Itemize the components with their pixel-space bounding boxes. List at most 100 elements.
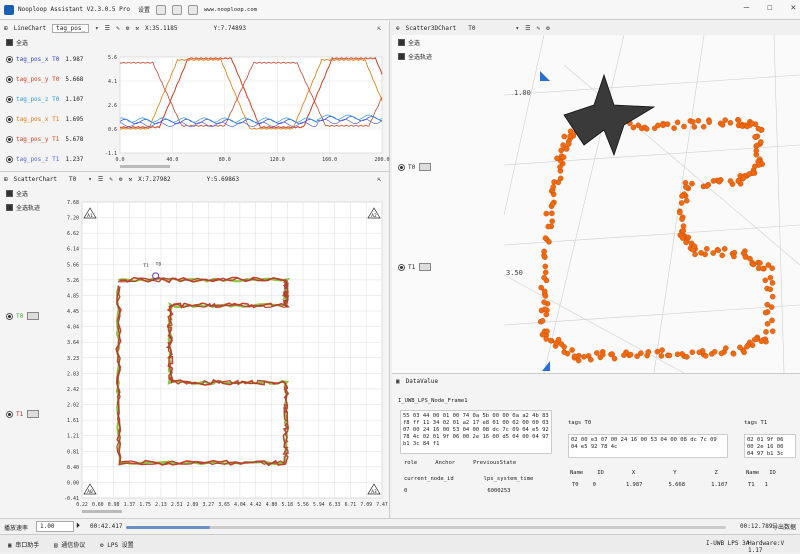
screen-icon[interactable] [188,4,198,15]
website-link[interactable]: www.nooploop.com [204,7,257,13]
track-point [689,180,695,187]
tag0-label: tags T0 [568,420,592,426]
export-icon[interactable]: ⇱ [377,25,381,32]
tag-settings-icon[interactable] [419,263,432,271]
brush-icon[interactable]: ⚒ [135,25,139,32]
frame-hex: 55 03 44 00 01 00 74 0a 5b 00 00 0a a2 4… [400,410,552,454]
legend-item[interactable]: tag_pos_x T0 1.987 [0,49,100,69]
legend-item[interactable]: tag_pos_z T0 1.107 [0,89,100,109]
track-point [555,336,562,343]
pointer-icon[interactable]: ✎ [536,25,540,32]
tag-settings-icon[interactable] [27,312,40,320]
gear-icon[interactable]: ⚙ [126,25,130,32]
track-point [674,119,681,126]
x-tick-label: 4.42 [250,502,262,508]
anchor-label: A3 [371,489,377,495]
chevron-down-icon[interactable]: ▾ [515,25,519,32]
track-point [567,133,573,139]
track-point [545,223,552,230]
chevron-down-icon[interactable]: ▾ [95,25,99,32]
scatterchart-panel: ⊞ ScatterChart T0 ▾ ☰ ✎ ⚙ ⚒ X:7.27982 Y:… [0,171,390,518]
checkbox-icon [6,203,13,211]
track-point [763,329,769,335]
track-point [541,306,548,313]
legend-item[interactable]: tag_pos_z T1 1.237 [0,149,100,169]
y-tick-label: -0.41 [64,496,79,502]
settings-menu[interactable]: 设置 [138,5,150,14]
legend-item[interactable]: tag_pos_y T1 5.678 [0,129,100,149]
play-icon[interactable]: ⏵ [76,521,80,531]
gear-icon[interactable]: ⚙ [546,25,550,32]
gear-icon[interactable]: ⚙ [119,176,123,183]
scatter3d-icon: ⊕ [396,24,400,32]
legend-series-name: tag_pos_y T0 [16,75,60,83]
list-icon[interactable]: ☰ [98,176,103,183]
track-point [680,227,687,234]
track-point [659,347,665,353]
track-point [679,351,685,357]
scatter3d-tag-t1[interactable]: T1 [398,263,432,271]
scatterchart-tag-select[interactable]: T0 [63,176,82,183]
radio-icon [6,115,13,123]
track-point [683,197,690,204]
x-tick-label: 0.98 [108,502,120,508]
refresh-icon[interactable] [156,4,166,15]
close-icon[interactable]: ✕ [791,3,796,13]
scatter3d-tag-t0[interactable]: T0 [398,163,432,171]
legend-series-name: tag_pos_z T1 [16,155,60,163]
legend-item[interactable]: tag_pos_x T1 1.695 [0,109,100,129]
pointer-icon[interactable]: ✎ [116,25,120,32]
y-tick-label: 2.6 [108,103,117,109]
tag0-hex: 02 00 e3 07 00 24 16 00 53 04 00 08 dc 7… [568,434,728,458]
x-tick-label: 7.09 [360,502,372,508]
scatter-tag-t0[interactable]: T0 [6,312,40,320]
scatter3d-tag-select[interactable]: T0 [462,25,481,32]
speed-select[interactable]: 1.00 [36,521,74,532]
track-point [634,353,640,360]
chevron-down-icon[interactable]: ▾ [88,176,92,183]
y-tick-label: 5.26 [67,278,79,284]
pointer-icon[interactable]: ✎ [109,176,113,183]
serial-assistant-button[interactable]: ▣ 串口助手 [8,540,39,549]
scatter-tag-t1[interactable]: T1 [6,410,40,418]
role-header: role Anchor PreviousState [404,460,517,466]
lps-settings-button[interactable]: ⚙ LPS 设置 [100,540,134,549]
brush-icon[interactable]: ⚒ [128,176,132,183]
scatter3d-select-all[interactable]: 全选 [392,35,502,49]
track-point [735,117,742,124]
list-icon[interactable]: ☰ [105,25,110,32]
protocol-button[interactable]: ▤ 通信协议 [54,540,85,549]
linechart-plot[interactable]: 5.64.12.60.6-1.10.0 40.0 80.0 120.0 160.0 200… [100,51,390,171]
scrollbar [120,165,170,168]
track-point [541,299,547,305]
track-point [643,126,650,132]
linechart-select-all[interactable]: 全选 [0,35,389,49]
linechart-header: ⊞ LineChart tag_pos_ ▾ ☰ ✎ ⚙ ⚒ X:35.1185… [0,21,389,35]
scatterchart-plot[interactable]: 7.68 7.20 6.62 6.14 5.66 5.26 4.85 4.45 4.04 3.64… [52,192,390,519]
scatter3d-select-all-track[interactable]: 全选轨迹 [392,49,502,63]
playback-end-time: 00:12.789 [740,523,773,530]
scatterchart-icon: ⊞ [4,175,8,183]
track-point [542,235,549,241]
linechart-tag-select[interactable]: tag_pos_ [52,23,90,33]
record-icon[interactable] [172,4,182,15]
export-icon[interactable]: ⇱ [377,176,381,183]
export-data-button[interactable]: 导出数据 [772,522,796,531]
maximize-icon[interactable]: ☐ [767,3,772,13]
playback-slider[interactable] [126,526,726,529]
track-point [719,122,726,128]
tag-settings-icon[interactable] [419,163,432,171]
scatter3d-view[interactable]: 1.00 3.50 [504,35,800,373]
minimize-icon[interactable]: — [744,3,749,13]
track-point [683,239,689,246]
x-tick-label: 1.37 [124,502,136,508]
tag-label: T1 [143,263,149,269]
legend-item[interactable]: tag_pos_y T0 5.668 [0,69,100,89]
x-tick-label: 5.94 [313,502,325,508]
track-point [609,351,615,357]
track-point [666,352,673,359]
track-point [565,141,572,147]
tag-settings-icon[interactable] [27,410,40,418]
linechart-y-readout: Y:7.74893 [213,24,246,32]
list-icon[interactable]: ☰ [525,25,530,32]
